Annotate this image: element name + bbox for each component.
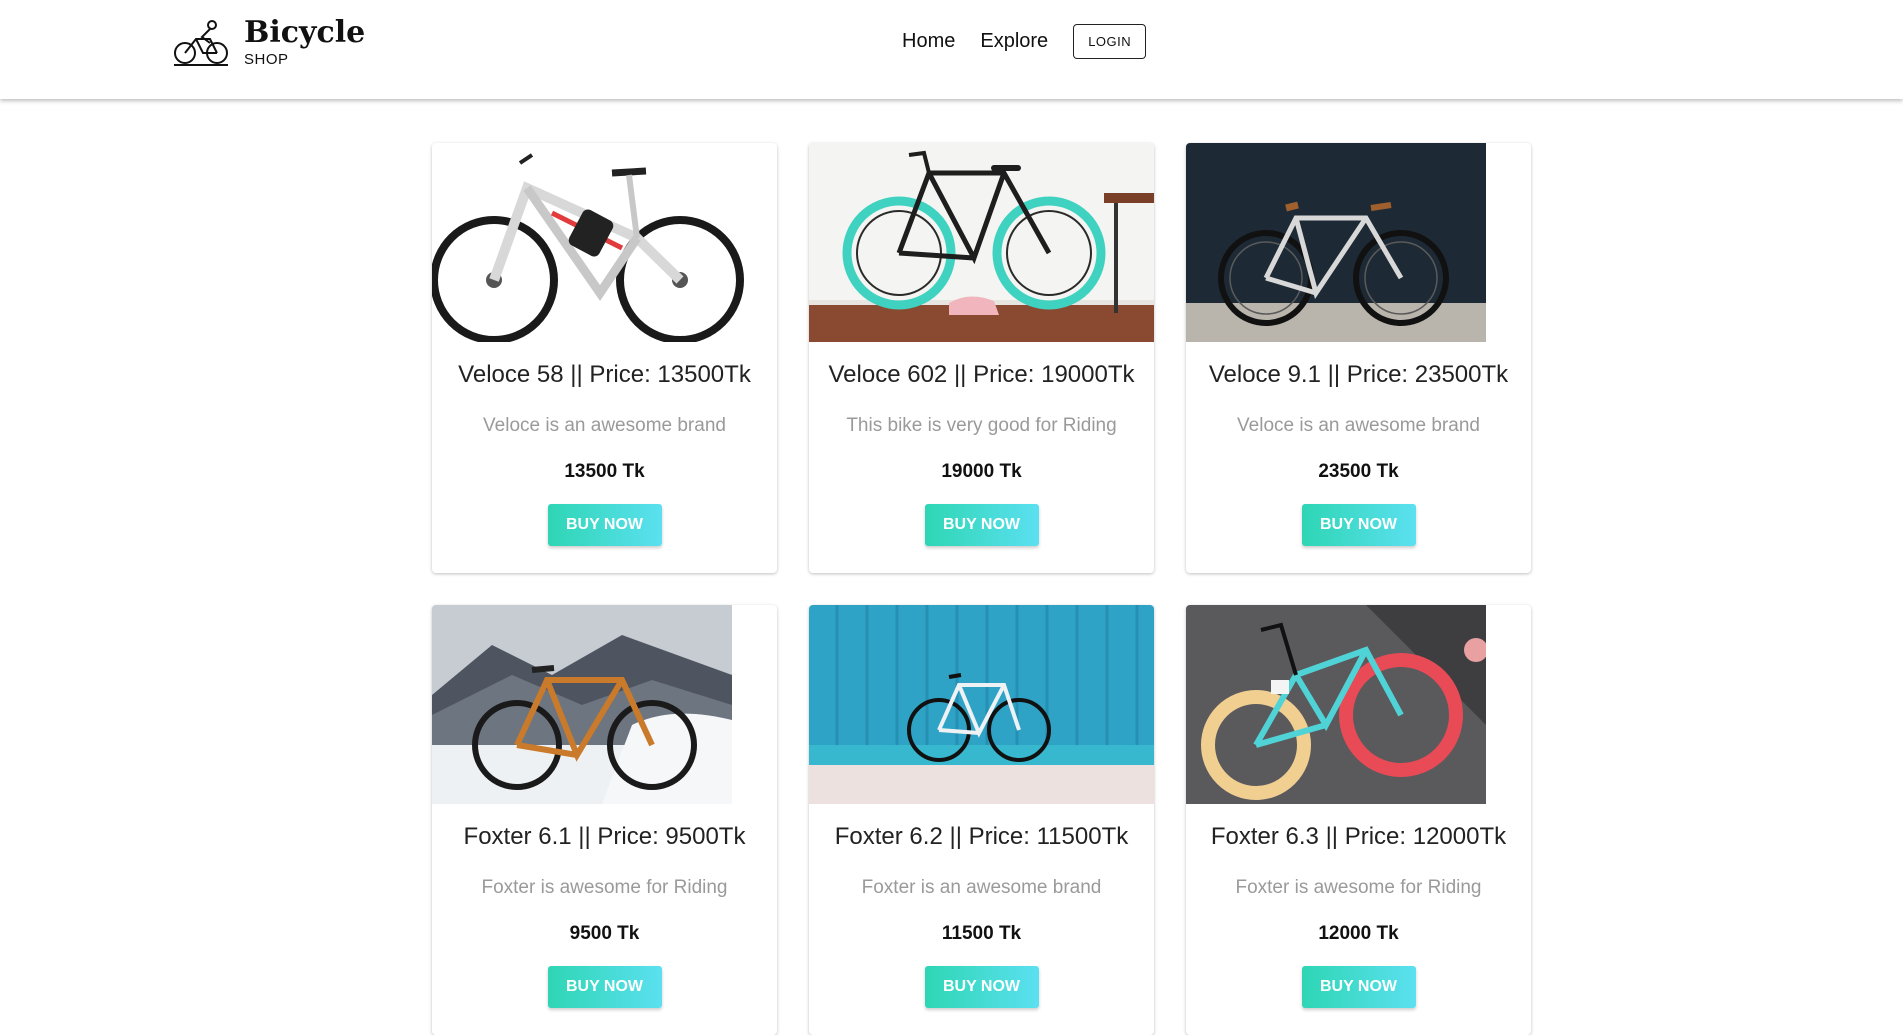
product-card: Foxter 6.3 || Price: 12000Tk Foxter is a…	[1186, 605, 1531, 1035]
buy-now-button[interactable]: BUY NOW	[547, 966, 662, 1008]
product-title: Foxter 6.3 || Price: 12000Tk	[1210, 823, 1507, 850]
product-card: Veloce 58 || Price: 13500Tk Veloce is an…	[432, 143, 777, 573]
login-button[interactable]: LOGIN	[1073, 24, 1147, 59]
product-card: Veloce 602 || Price: 19000Tk This bike i…	[809, 143, 1154, 573]
brand-name: Bicycle	[244, 15, 366, 50]
buy-now-button[interactable]: BUY NOW	[547, 504, 662, 546]
nav-home-link[interactable]: Home	[902, 30, 955, 53]
product-image	[1186, 605, 1486, 804]
product-description: Veloce is an awesome brand	[483, 415, 726, 436]
product-price: 19000 Tk	[941, 461, 1022, 482]
cyclist-icon	[174, 20, 228, 66]
product-card: Foxter 6.1 || Price: 9500Tk Foxter is aw…	[432, 605, 777, 1035]
buy-now-button[interactable]: BUY NOW	[1301, 504, 1416, 546]
product-title: Foxter 6.1 || Price: 9500Tk	[463, 823, 746, 850]
product-price: 9500 Tk	[569, 923, 640, 944]
product-description: Foxter is an awesome brand	[861, 877, 1102, 898]
buy-now-button[interactable]: BUY NOW	[924, 966, 1039, 1008]
product-description: Foxter is awesome for Riding	[481, 877, 728, 898]
product-title: Foxter 6.2 || Price: 11500Tk	[834, 823, 1129, 850]
product-card: Foxter 6.2 || Price: 11500Tk Foxter is a…	[809, 605, 1154, 1035]
brand-text: Bicycle SHOP	[244, 15, 366, 69]
brand-logo[interactable]: Bicycle SHOP	[172, 18, 365, 68]
product-description: Foxter is awesome for Riding	[1235, 877, 1482, 898]
product-image	[809, 143, 1154, 342]
product-title: Veloce 9.1 || Price: 23500Tk	[1208, 361, 1509, 388]
product-price: 23500 Tk	[1318, 461, 1399, 482]
product-image	[809, 605, 1154, 804]
brand-subtitle: SHOP	[244, 51, 289, 68]
product-grid: Veloce 58 || Price: 13500Tk Veloce is an…	[432, 143, 1531, 1035]
product-image	[432, 143, 777, 342]
nav-explore-link[interactable]: Explore	[980, 30, 1048, 53]
product-image	[432, 605, 732, 804]
product-price: 13500 Tk	[564, 461, 645, 482]
product-title: Veloce 602 || Price: 19000Tk	[828, 361, 1135, 388]
buy-now-button[interactable]: BUY NOW	[1301, 966, 1416, 1008]
product-image	[1186, 143, 1486, 342]
buy-now-button[interactable]: BUY NOW	[924, 504, 1039, 546]
main-nav: Home Explore LOGIN	[902, 24, 1147, 59]
product-description: Veloce is an awesome brand	[1237, 415, 1480, 436]
product-card: Veloce 9.1 || Price: 23500Tk Veloce is a…	[1186, 143, 1531, 573]
product-title: Veloce 58 || Price: 13500Tk	[458, 361, 751, 388]
product-price: 11500 Tk	[941, 923, 1022, 944]
product-price: 12000 Tk	[1318, 923, 1399, 944]
product-description: This bike is very good for Riding	[846, 415, 1117, 436]
top-navbar: Bicycle SHOP Home Explore LOGIN	[0, 0, 1903, 99]
